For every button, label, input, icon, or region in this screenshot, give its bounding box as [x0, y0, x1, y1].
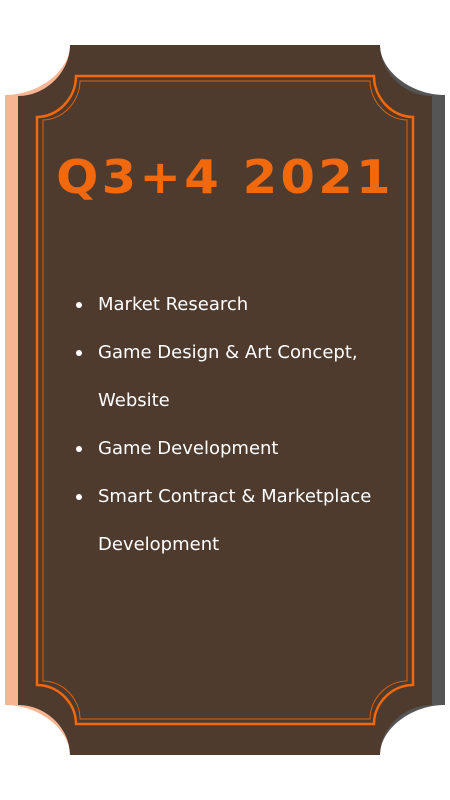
roadmap-item: Game Development [74, 425, 394, 473]
roadmap-item: Market Research [74, 281, 394, 329]
roadmap-item-label: Game Design & Art Concept, Website [98, 342, 358, 411]
bullet-dot-icon [76, 302, 82, 308]
roadmap-item: Smart Contract & Marketplace Development [74, 473, 394, 569]
roadmap-item-label: Market Research [98, 294, 249, 315]
roadmap-list: Market Research Game Design & Art Concep… [74, 281, 394, 569]
bullet-dot-icon [76, 446, 82, 452]
bullet-dot-icon [76, 494, 82, 500]
bullet-dot-icon [76, 350, 82, 356]
period-title: Q3+4 2021 [56, 150, 394, 204]
roadmap-item: Game Design & Art Concept, Website [74, 329, 394, 425]
roadmap-item-label: Game Development [98, 438, 279, 459]
roadmap-item-label: Smart Contract & Marketplace Development [98, 486, 372, 555]
